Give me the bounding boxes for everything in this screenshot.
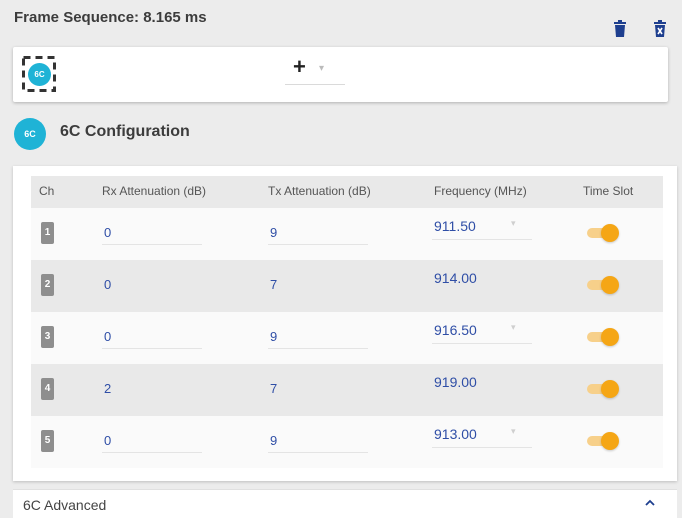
toggle-knob bbox=[601, 224, 619, 242]
channel-badge: 4 bbox=[41, 378, 54, 400]
channel-badge: 2 bbox=[41, 274, 54, 296]
chevron-up-icon bbox=[645, 499, 655, 506]
time-slot-toggle[interactable] bbox=[587, 380, 619, 398]
channel-table: Ch Rx Attenuation (dB) Tx Attenuation (d… bbox=[13, 166, 677, 481]
trash-x-icon[interactable] bbox=[653, 20, 667, 38]
rx-input-underline bbox=[102, 244, 202, 245]
tx-input-underline bbox=[268, 348, 368, 349]
table-header: Ch Rx Attenuation (dB) Tx Attenuation (d… bbox=[31, 176, 663, 208]
rx-input-underline bbox=[102, 452, 202, 453]
rx-attenuation-value[interactable]: 0 bbox=[104, 433, 111, 448]
frame-sequence-bar: 6C + ▾ bbox=[13, 47, 668, 102]
toggle-knob bbox=[601, 276, 619, 294]
rx-attenuation-value[interactable]: 0 bbox=[104, 277, 111, 292]
advanced-label: 6C Advanced bbox=[23, 497, 107, 513]
header-time-slot: Time Slot bbox=[583, 184, 634, 198]
chip-circle: 6C bbox=[28, 63, 51, 86]
table-row: 2 0 7 914.00 bbox=[31, 260, 663, 312]
tx-attenuation-value[interactable]: 9 bbox=[270, 225, 277, 240]
rx-attenuation-value[interactable]: 0 bbox=[104, 225, 111, 240]
table-row: 5 0 9 913.00 ▾ bbox=[31, 416, 663, 468]
frequency-underline bbox=[432, 447, 532, 448]
channel-badge: 3 bbox=[41, 326, 54, 348]
time-slot-toggle[interactable] bbox=[587, 328, 619, 346]
plus-icon: + bbox=[293, 54, 306, 79]
header-frequency: Frequency (MHz) bbox=[434, 184, 527, 198]
config-icon: 6C bbox=[14, 118, 46, 150]
header-tx-attenuation: Tx Attenuation (dB) bbox=[268, 184, 371, 198]
caret-down-icon: ▾ bbox=[511, 426, 516, 436]
rx-attenuation-value[interactable]: 2 bbox=[104, 381, 111, 396]
dropdown-underline bbox=[285, 84, 345, 85]
tx-attenuation-value[interactable]: 7 bbox=[270, 277, 277, 292]
header-rx-attenuation: Rx Attenuation (dB) bbox=[102, 184, 207, 198]
table-row: 1 0 9 911.50 ▾ bbox=[31, 208, 663, 260]
channel-badge: 1 bbox=[41, 222, 54, 244]
add-item-dropdown[interactable]: + ▾ bbox=[285, 53, 345, 85]
caret-down-icon: ▾ bbox=[511, 322, 516, 332]
sequence-chip-6c[interactable]: 6C bbox=[22, 56, 56, 92]
frequency-select[interactable]: 919.00 bbox=[434, 374, 477, 390]
frequency-select[interactable]: 911.50 bbox=[434, 218, 476, 234]
frequency-select[interactable]: 913.00 bbox=[434, 426, 477, 442]
caret-down-icon: ▾ bbox=[511, 218, 516, 228]
config-title: 6C Configuration bbox=[60, 123, 190, 140]
tx-input-underline bbox=[268, 452, 368, 453]
table-row: 4 2 7 919.00 bbox=[31, 364, 663, 416]
tx-attenuation-value[interactable]: 7 bbox=[270, 381, 277, 396]
frequency-select[interactable]: 916.50 bbox=[434, 322, 477, 338]
time-slot-toggle[interactable] bbox=[587, 276, 619, 294]
time-slot-toggle[interactable] bbox=[587, 224, 619, 242]
frequency-underline bbox=[432, 239, 532, 240]
toggle-knob bbox=[601, 380, 619, 398]
tx-attenuation-value[interactable]: 9 bbox=[270, 433, 277, 448]
rx-attenuation-value[interactable]: 0 bbox=[104, 329, 111, 344]
tx-input-underline bbox=[268, 244, 368, 245]
tx-attenuation-value[interactable]: 9 bbox=[270, 329, 277, 344]
trash-icon[interactable] bbox=[613, 20, 627, 38]
frequency-select[interactable]: 914.00 bbox=[434, 270, 477, 286]
caret-down-icon: ▾ bbox=[319, 63, 325, 74]
advanced-section-toggle[interactable]: 6C Advanced bbox=[13, 489, 677, 518]
toggle-knob bbox=[601, 432, 619, 450]
toggle-knob bbox=[601, 328, 619, 346]
header-ch: Ch bbox=[39, 184, 55, 198]
rx-input-underline bbox=[102, 348, 202, 349]
time-slot-toggle[interactable] bbox=[587, 432, 619, 450]
table-row: 3 0 9 916.50 ▾ bbox=[31, 312, 663, 364]
frame-sequence-title: Frame Sequence: 8.165 ms bbox=[14, 9, 207, 26]
channel-badge: 5 bbox=[41, 430, 54, 452]
frequency-underline bbox=[432, 343, 532, 344]
